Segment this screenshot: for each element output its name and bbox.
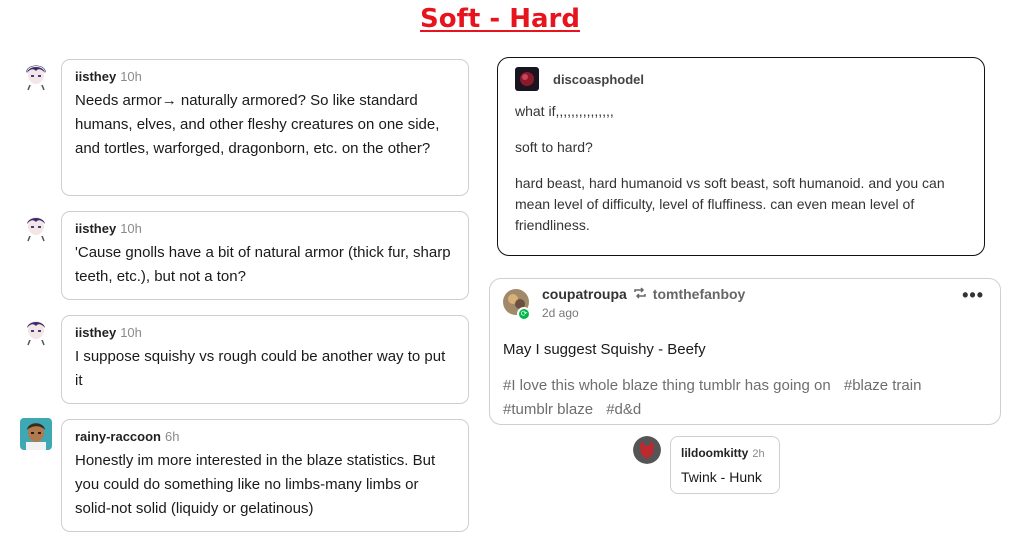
comment-bubble: iisthey 10h 'Cause gnolls have a bit of n… bbox=[61, 211, 469, 300]
avatar[interactable] bbox=[515, 67, 539, 91]
tag-list: #I love this whole blaze thing tumblr ha… bbox=[503, 374, 986, 422]
comment-time: 2h bbox=[752, 448, 765, 460]
reblog-username[interactable]: coupatroupa bbox=[542, 285, 627, 303]
comment-time: 10h bbox=[120, 325, 142, 340]
comment-text: 'Cause gnolls have a bit of natural armo… bbox=[75, 244, 451, 285]
more-options-icon[interactable]: ••• bbox=[962, 285, 984, 306]
tag[interactable]: #I love this whole blaze thing tumblr ha… bbox=[503, 377, 831, 394]
post-paragraph: hard beast, hard humanoid vs soft beast,… bbox=[515, 175, 945, 233]
tag[interactable]: #tumblr blaze bbox=[503, 401, 593, 418]
comment-username[interactable]: iisthey bbox=[75, 69, 116, 84]
comment-username[interactable]: rainy-raccoon bbox=[75, 429, 161, 444]
comment-text: Honestly im more interested in the blaze… bbox=[75, 452, 436, 517]
reblogged-from-username[interactable]: tomthefanboy bbox=[653, 285, 746, 303]
original-post: discoasphodel what if,,,,,,,,,,,,,,, sof… bbox=[497, 57, 985, 256]
post-paragraph: what if,,,,,,,,,,,,,,, bbox=[515, 103, 614, 119]
comment-time: 10h bbox=[120, 69, 142, 84]
comment-text: I suppose squishy vs rough could be anot… bbox=[75, 348, 446, 389]
page-title: Soft - Hard bbox=[420, 4, 580, 34]
reblog-icon bbox=[633, 285, 647, 303]
comment-time: 6h bbox=[164, 429, 180, 444]
tag[interactable]: #d&d bbox=[606, 401, 641, 418]
comment-bubble: iisthey 10h I suppose squishy vs rough co… bbox=[61, 315, 469, 404]
reblog-text: May I suggest Squishy - Beefy bbox=[503, 341, 706, 358]
comment-time: 10h bbox=[120, 221, 142, 236]
comment-username[interactable]: iisthey bbox=[75, 221, 116, 236]
post-paragraph: soft to hard? bbox=[515, 139, 593, 155]
post-username[interactable]: discoasphodel bbox=[553, 72, 644, 87]
avatar[interactable] bbox=[20, 418, 52, 450]
avatar[interactable] bbox=[20, 59, 52, 91]
comment-text: Needs armor→ naturally armored? So like … bbox=[75, 92, 440, 157]
avatar[interactable] bbox=[633, 436, 661, 464]
comment-bubble: iisthey 10h Needs armor→ naturally armore… bbox=[61, 59, 469, 196]
comment-bubble: lildoomkitty 2h Twink - Hunk bbox=[670, 436, 780, 494]
comment-bubble: rainy-raccoon 6h Honestly im more interes… bbox=[61, 419, 469, 532]
tag[interactable]: #blaze train bbox=[844, 377, 922, 394]
comment-text: Twink - Hunk bbox=[681, 469, 762, 485]
reblog-badge-icon: ⟳ bbox=[517, 307, 531, 321]
reblog-time: 2d ago bbox=[542, 306, 579, 320]
reblog-card: ⟳ coupatroupa tomthefanboy 2d ago ••• Ma… bbox=[489, 278, 1001, 425]
comment-username[interactable]: iisthey bbox=[75, 325, 116, 340]
avatar[interactable] bbox=[20, 210, 52, 242]
avatar[interactable] bbox=[20, 314, 52, 346]
comment-username[interactable]: lildoomkitty bbox=[681, 446, 748, 460]
avatar[interactable]: ⟳ bbox=[503, 289, 531, 321]
